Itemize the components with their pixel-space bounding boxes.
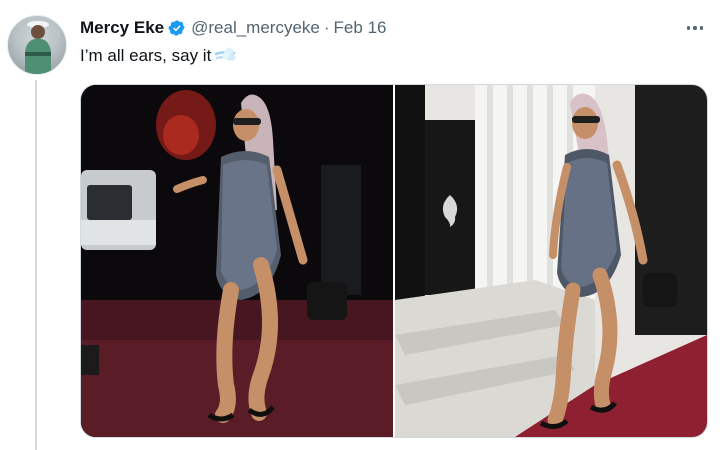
avatar-body bbox=[25, 39, 51, 74]
photo-2-image bbox=[395, 85, 707, 437]
tweet-text-content: I’m all ears, say it bbox=[80, 46, 212, 65]
author-name[interactable]: Mercy Eke bbox=[80, 18, 164, 38]
avatar-head bbox=[31, 25, 45, 39]
photo-1[interactable] bbox=[81, 85, 393, 437]
author-handle[interactable]: @real_mercyeke bbox=[191, 18, 320, 38]
header-separator: · bbox=[323, 18, 330, 37]
tweet-text: I’m all ears, say it bbox=[80, 46, 236, 66]
author-avatar[interactable] bbox=[7, 15, 67, 75]
photo-2[interactable] bbox=[395, 85, 707, 437]
tweet-header: Mercy Eke @real_mercyeke · Feb 16 bbox=[80, 17, 386, 39]
media-grid bbox=[80, 84, 708, 438]
thread-line bbox=[35, 80, 37, 450]
photo-1-image bbox=[81, 85, 393, 437]
tweet-date[interactable]: Feb 16 bbox=[334, 18, 387, 38]
more-dot bbox=[686, 26, 691, 30]
tweet-card[interactable]: Mercy Eke @real_mercyeke · Feb 16 I’m al… bbox=[0, 0, 720, 450]
dashing-away-emoji-icon bbox=[214, 46, 236, 66]
more-dot bbox=[693, 26, 697, 30]
more-dot bbox=[699, 26, 704, 30]
more-options-icon[interactable] bbox=[682, 18, 708, 38]
avatar-belt bbox=[25, 52, 51, 56]
verified-badge-icon bbox=[168, 19, 186, 37]
